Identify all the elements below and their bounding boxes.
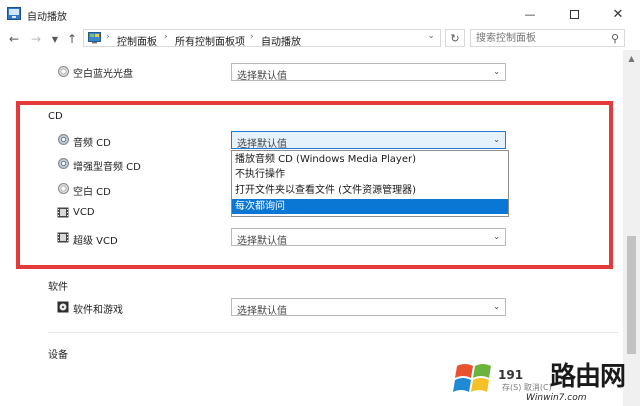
minimize-icon: — — [524, 7, 536, 21]
watermark-site-name: 路由网 — [550, 362, 626, 392]
breadcrumb-separator: › — [164, 32, 168, 42]
forward-button[interactable]: → — [28, 31, 44, 47]
autoplay-app-icon — [7, 7, 21, 20]
watermark-domain: Winwin7.com — [526, 393, 587, 403]
device-label-software-games: 软件和游戏 — [73, 305, 123, 316]
software-games-icon — [57, 301, 69, 313]
navigation-bar: ← → ▼ ↑ › 控制面板 › 所有控制面板项 › 自动播放 ⌄ ↻ ⚲ — [0, 28, 640, 50]
scroll-thumb[interactable] — [627, 236, 636, 354]
section-title-devices: 设备 — [48, 350, 68, 361]
window-title: 自动播放 — [27, 12, 67, 23]
select-value: 选择默认值 — [237, 71, 287, 82]
windows-logo-icon — [453, 364, 491, 392]
minimize-button[interactable]: — — [508, 0, 552, 28]
chevron-down-icon: ▼ — [51, 34, 59, 44]
chevron-down-icon: ⌄ — [493, 67, 500, 76]
address-history-button[interactable]: ⌄ — [424, 29, 438, 43]
section-title-software: 软件 — [48, 282, 68, 293]
vertical-scrollbar[interactable]: ▲ — [623, 50, 640, 406]
site-watermark: 191 路由网 存(S) 取消(C) Winwin7.com — [453, 354, 638, 406]
device-label-blank-bluray: 空白蓝光光盘 — [73, 69, 133, 80]
breadcrumb-all-items[interactable]: 所有控制面板项 — [175, 33, 245, 48]
title-bar: 自动播放 — ✕ — [0, 0, 640, 28]
search-icon: ⚲ — [610, 32, 619, 45]
refresh-icon: ↻ — [450, 31, 460, 45]
search-input[interactable] — [476, 31, 606, 45]
close-button[interactable]: ✕ — [596, 0, 640, 28]
chevron-down-icon: ⌄ — [493, 302, 500, 311]
forward-arrow-icon: → — [30, 32, 42, 46]
breadcrumb-separator: › — [250, 32, 254, 42]
section-divider — [48, 332, 618, 333]
select-value: 选择默认值 — [237, 306, 287, 317]
maximize-button[interactable] — [552, 0, 596, 28]
software-games-default-select[interactable]: 选择默认值 ⌄ — [231, 298, 506, 317]
breadcrumb-separator: › — [106, 32, 110, 42]
refresh-button[interactable]: ↻ — [445, 29, 465, 47]
up-button[interactable]: ↑ — [64, 31, 80, 47]
address-bar[interactable]: › 控制面板 › 所有控制面板项 › 自动播放 — [83, 29, 441, 48]
blank-bluray-disc-icon — [58, 66, 69, 77]
chevron-down-icon: ⌄ — [427, 31, 435, 41]
watermark-fragment: 191 — [498, 368, 524, 382]
highlight-frame — [16, 101, 613, 269]
back-button[interactable]: ← — [6, 31, 22, 47]
breadcrumb-autoplay[interactable]: 自动播放 — [261, 33, 301, 48]
maximize-icon — [569, 9, 579, 19]
scroll-up-button[interactable]: ▲ — [623, 50, 640, 67]
back-arrow-icon: ← — [8, 32, 20, 46]
close-icon: ✕ — [612, 6, 624, 22]
watermark-buttons-partial: 存(S) 取消(C) — [502, 383, 552, 392]
chevron-up-icon: ▲ — [628, 54, 635, 63]
up-arrow-icon: ↑ — [66, 32, 78, 46]
breadcrumb-control-panel[interactable]: 控制面板 — [117, 33, 157, 48]
recent-locations-button[interactable]: ▼ — [47, 31, 63, 47]
control-panel-icon — [88, 32, 101, 44]
blank-bluray-default-select[interactable]: 选择默认值 ⌄ — [231, 63, 506, 82]
search-box[interactable]: ⚲ — [470, 29, 625, 47]
